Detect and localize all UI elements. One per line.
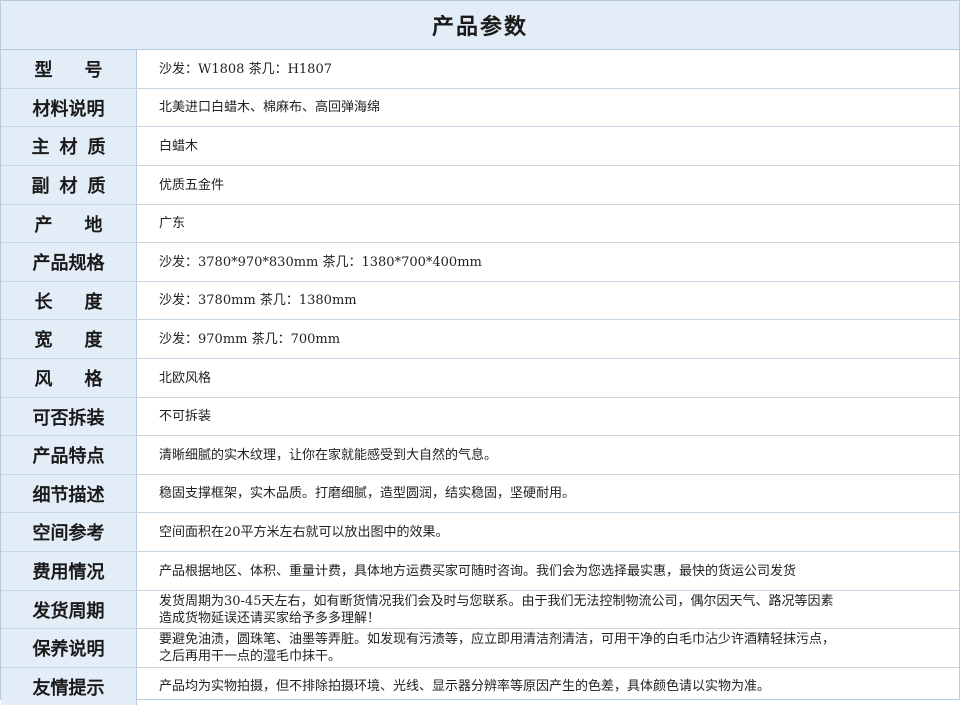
row-label-cell: 发货周期: [1, 591, 137, 628]
param-row-space: 空间参考 空间面积在20平方米左右就可以放出图中的效果。: [1, 513, 959, 552]
param-value: 沙发：3780*970*830mm 茶几：1380*700*400mm: [159, 254, 482, 270]
param-row-specs: 产品规格 沙发：3780*970*830mm 茶几：1380*700*400mm: [1, 243, 959, 282]
param-value: 产品根据地区、体积、重量计费，具体地方运费买家可随时咨询。我们会为您选择最实惠，…: [159, 563, 797, 579]
row-value-cell: 广东: [137, 205, 959, 242]
param-label: 长度: [34, 291, 135, 313]
param-value: 白蜡木: [159, 138, 199, 154]
param-row-materials: 材料说明 北美进口白蜡木、棉麻布、高回弹海绵: [1, 89, 959, 127]
row-value-cell: 发货周期为30-45天左右，如有断货情况我们会及时与您联系。由于我们无法控制物流…: [137, 591, 959, 628]
param-value: 清晰细腻的实木纹理，让你在家就能感受到大自然的气息。: [159, 447, 498, 463]
row-label-cell: 型号: [1, 50, 137, 88]
row-value-cell: 要避免油渍，圆珠笔、油墨等弄脏。如发现有污渍等，应立即用清洁剂清洁，可用干净的白…: [137, 629, 959, 667]
param-label: 产品规格: [32, 253, 105, 274]
param-label: 费用情况: [32, 562, 105, 583]
row-value-cell: 沙发：W1808 茶几：H1807: [137, 50, 959, 88]
param-label: 型号: [34, 60, 135, 81]
row-value-cell: 北美进口白蜡木、棉麻布、高回弹海绵: [137, 89, 959, 126]
row-value-cell: 空间面积在20平方米左右就可以放出图中的效果。: [137, 513, 959, 551]
row-label-cell: 材料说明: [1, 89, 137, 126]
param-value: 北美进口白蜡木、棉麻布、高回弹海绵: [159, 100, 381, 115]
param-row-style: 风格 北欧风格: [1, 359, 959, 398]
row-value-cell: 产品均为实物拍摄，但不排除拍摄环境、光线、显示器分辨率等原因产生的色差，具体颜色…: [137, 668, 959, 705]
row-label-cell: 产品规格: [1, 243, 137, 281]
param-row-length: 长度 沙发：3780mm 茶几：1380mm: [1, 282, 959, 320]
param-value: 发货周期为30-45天左右，如有断货情况我们会及时与您联系。由于我们无法控制物流…: [159, 593, 834, 626]
row-label-cell: 友情提示: [1, 668, 137, 705]
row-label-cell: 细节描述: [1, 475, 137, 512]
param-value: 北欧风格: [159, 370, 212, 386]
row-value-cell: 产品根据地区、体积、重量计费，具体地方运费买家可随时咨询。我们会为您选择最实惠，…: [137, 552, 959, 590]
param-label: 产品特点: [32, 446, 105, 467]
param-row-model: 型号 沙发：W1808 茶几：H1807: [1, 50, 959, 89]
param-row-notice: 友情提示 产品均为实物拍摄，但不排除拍摄环境、光线、显示器分辨率等原因产生的色差…: [1, 668, 959, 705]
param-value: 不可拆装: [159, 409, 212, 424]
row-label-cell: 主材质: [1, 127, 137, 165]
row-value-cell: 稳固支撑框架，实木品质。打磨细腻，造型圆润，结实稳固，坚硬耐用。: [137, 475, 959, 512]
table-title: 产品参数: [431, 15, 528, 40]
param-label: 宽度: [34, 330, 135, 351]
param-value: 沙发：3780mm 茶几：1380mm: [159, 293, 357, 308]
row-value-cell: 沙发：970mm 茶几：700mm: [137, 320, 959, 358]
row-label-cell: 宽度: [1, 320, 137, 358]
param-label: 发货周期: [32, 600, 105, 622]
param-value: 要避免油渍，圆珠笔、油墨等弄脏。如发现有污渍等，应立即用清洁剂清洁，可用干净的白…: [159, 632, 836, 664]
param-row-width: 宽度 沙发：970mm 茶几：700mm: [1, 320, 959, 359]
param-label: 风格: [34, 369, 135, 390]
parameter-rows: 型号 沙发：W1808 茶几：H1807 材料说明 北美进口白蜡木、棉麻布、高回…: [1, 50, 959, 705]
row-value-cell: 沙发：3780*970*830mm 茶几：1380*700*400mm: [137, 243, 959, 281]
table-header: 产品参数: [1, 1, 959, 50]
param-row-maintenance: 保养说明 要避免油渍，圆珠笔、油墨等弄脏。如发现有污渍等，应立即用清洁剂清洁，可…: [1, 629, 959, 668]
param-value: 优质五金件: [159, 177, 225, 193]
param-label: 空间参考: [32, 523, 105, 544]
param-label: 主材质: [31, 137, 116, 158]
param-value: 广东: [159, 216, 186, 231]
param-label: 友情提示: [32, 677, 105, 699]
row-label-cell: 副材质: [1, 166, 137, 204]
param-label: 细节描述: [32, 484, 105, 506]
param-value: 沙发：970mm 茶几：700mm: [159, 331, 341, 347]
row-label-cell: 长度: [1, 282, 137, 319]
row-label-cell: 费用情况: [1, 552, 137, 590]
param-row-fees: 费用情况 产品根据地区、体积、重量计费，具体地方运费买家可随时咨询。我们会为您选…: [1, 552, 959, 591]
row-value-cell: 白蜡木: [137, 127, 959, 165]
param-row-features: 产品特点 清晰细腻的实木纹理，让你在家就能感受到大自然的气息。: [1, 436, 959, 475]
row-label-cell: 可否拆装: [1, 398, 137, 435]
param-value: 稳固支撑框架，实木品质。打磨细腻，造型圆润，结实稳固，坚硬耐用。: [159, 486, 576, 501]
row-value-cell: 不可拆装: [137, 398, 959, 435]
param-row-details: 细节描述 稳固支撑框架，实木品质。打磨细腻，造型圆润，结实稳固，坚硬耐用。: [1, 475, 959, 513]
param-row-shipping: 发货周期 发货周期为30-45天左右，如有断货情况我们会及时与您联系。由于我们无…: [1, 591, 959, 629]
row-label-cell: 保养说明: [1, 629, 137, 667]
param-row-origin: 产地 广东: [1, 205, 959, 243]
param-label: 可否拆装: [32, 407, 105, 429]
row-value-cell: 清晰细腻的实木纹理，让你在家就能感受到大自然的气息。: [137, 436, 959, 474]
param-row-disassembly: 可否拆装 不可拆装: [1, 398, 959, 436]
param-label: 保养说明: [32, 639, 105, 660]
row-value-cell: 沙发：3780mm 茶几：1380mm: [137, 282, 959, 319]
product-parameters-table: 产品参数 型号 沙发：W1808 茶几：H1807 材料说明 北美进口白蜡木、棉…: [0, 0, 960, 705]
row-label-cell: 空间参考: [1, 513, 137, 551]
row-label-cell: 风格: [1, 359, 137, 397]
param-value: 沙发：W1808 茶几：H1807: [159, 61, 332, 77]
param-label: 副材质: [31, 176, 116, 197]
param-label: 材料说明: [32, 98, 105, 120]
row-label-cell: 产品特点: [1, 436, 137, 474]
row-label-cell: 产地: [1, 205, 137, 242]
param-row-main-material: 主材质 白蜡木: [1, 127, 959, 166]
param-label: 产地: [34, 214, 135, 236]
param-value: 产品均为实物拍摄，但不排除拍摄环境、光线、显示器分辨率等原因产生的色差，具体颜色…: [159, 679, 771, 694]
row-value-cell: 优质五金件: [137, 166, 959, 204]
param-row-sub-material: 副材质 优质五金件: [1, 166, 959, 205]
param-value: 空间面积在20平方米左右就可以放出图中的效果。: [159, 524, 449, 540]
row-value-cell: 北欧风格: [137, 359, 959, 397]
